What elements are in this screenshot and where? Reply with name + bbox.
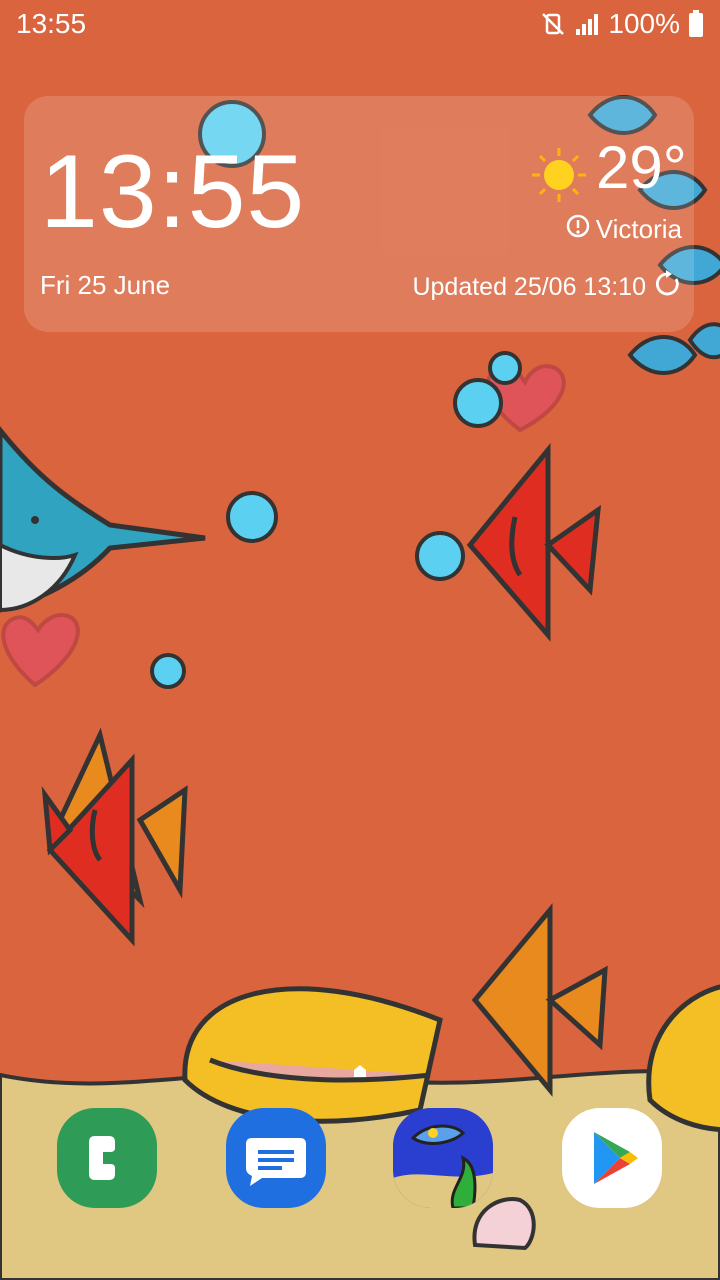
weather-clock-widget[interactable]: 13:55 Fri 25 June 29° Victoria Updated 2… bbox=[24, 96, 694, 332]
status-icons: 100% bbox=[540, 8, 704, 40]
location[interactable]: Victoria bbox=[566, 214, 682, 245]
phone-app[interactable] bbox=[57, 1108, 157, 1208]
home-page-indicator-icon bbox=[352, 1063, 368, 1084]
play-store-icon bbox=[562, 1108, 662, 1208]
updated-row[interactable]: Updated 25/06 13:10 bbox=[412, 270, 682, 305]
messages-icon bbox=[226, 1108, 326, 1208]
widget-date[interactable]: Fri 25 June bbox=[40, 270, 170, 301]
status-time: 13:55 bbox=[16, 8, 87, 39]
messages-app[interactable] bbox=[226, 1108, 326, 1208]
signal-icon bbox=[574, 11, 600, 37]
temperature[interactable]: 29° bbox=[596, 138, 687, 198]
clam-shell bbox=[182, 986, 443, 1124]
phone-icon bbox=[57, 1108, 157, 1208]
battery-text: 100% bbox=[608, 8, 680, 39]
aquarium-app-icon bbox=[393, 1108, 493, 1208]
aquarium-app[interactable] bbox=[393, 1108, 493, 1208]
mute-vibrate-icon bbox=[540, 11, 566, 37]
widget-clock[interactable]: 13:55 bbox=[40, 140, 305, 244]
play-store-app[interactable] bbox=[562, 1108, 662, 1208]
app-dock bbox=[0, 1108, 720, 1218]
refresh-icon[interactable] bbox=[654, 270, 682, 305]
updated-label: Updated 25/06 13:10 bbox=[412, 273, 646, 301]
battery-icon bbox=[688, 10, 704, 38]
sun-icon bbox=[530, 146, 588, 209]
location-label: Victoria bbox=[595, 214, 682, 244]
alert-icon bbox=[566, 214, 590, 245]
status-bar: 13:55 100% bbox=[0, 0, 720, 50]
